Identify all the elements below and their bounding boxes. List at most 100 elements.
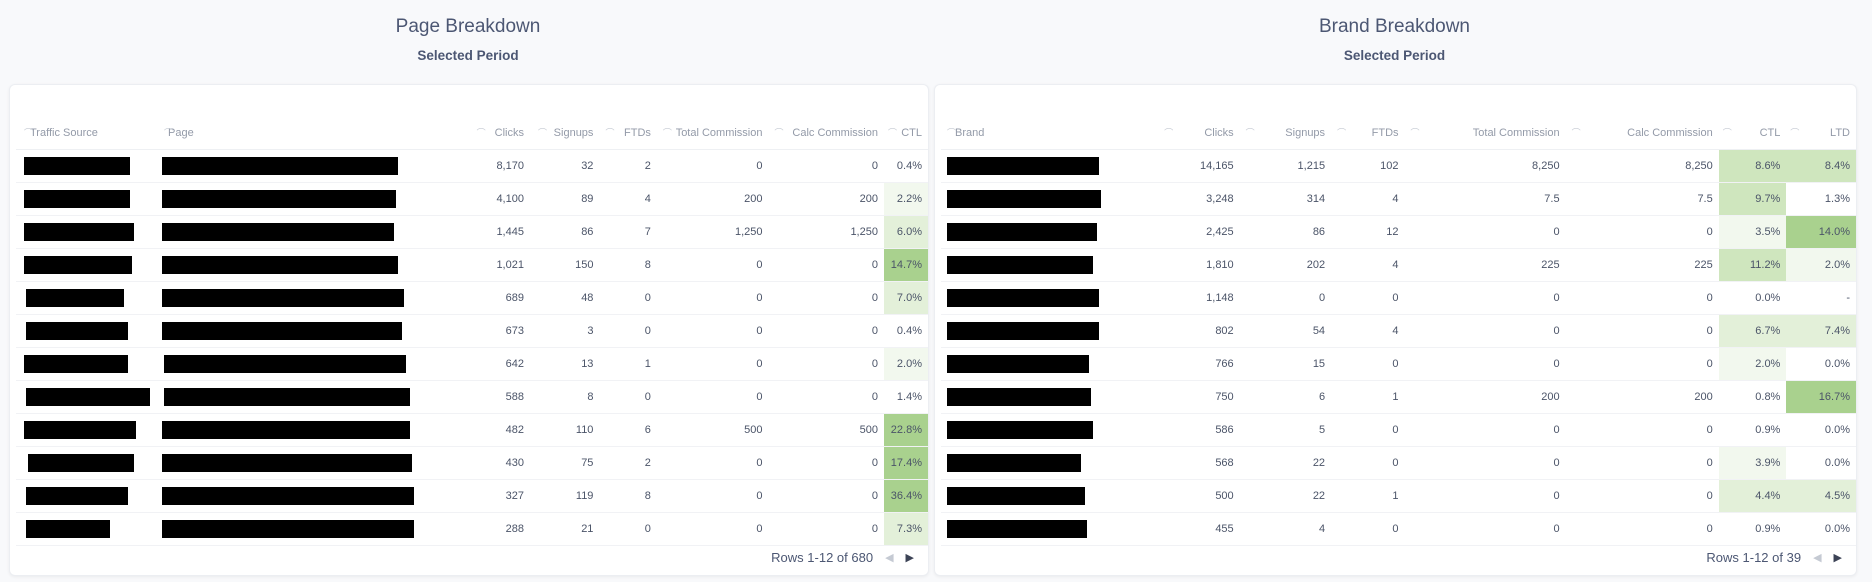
table-row[interactable]: 4,100 89 4 200 200 2.2% <box>16 182 928 216</box>
total-commission-cell: 0 <box>1404 314 1566 348</box>
next-page-icon[interactable]: ▶ <box>1834 551 1842 564</box>
ftds-cell: 0 <box>1331 512 1405 546</box>
table-row[interactable]: 588 8 0 0 0 1.4% <box>16 380 928 414</box>
col-header-ctl[interactable]: ⌒ CTL <box>883 117 928 150</box>
col-header-ftds[interactable]: ⌒ FTDs <box>599 117 657 150</box>
ctl-cell: 22.8% <box>883 413 928 447</box>
col-header-traffic-source[interactable]: ⌒ Traffic Source <box>16 117 156 150</box>
traffic-source-cell <box>16 446 156 480</box>
col-header-signups[interactable]: ⌒ Signups <box>1239 117 1332 150</box>
table-row[interactable]: 1,810 202 4 225 225 11.2% 2.0% <box>941 248 1856 282</box>
prev-page-icon[interactable]: ◀ <box>885 551 893 564</box>
calc-commission-cell: 0 <box>768 281 884 315</box>
redacted-text <box>162 223 394 241</box>
table-row[interactable]: 568 22 0 0 0 3.9% 0.0% <box>941 446 1856 480</box>
redacted-text <box>947 421 1093 439</box>
table-row[interactable]: 3,248 314 4 7.5 7.5 9.7% 1.3% <box>941 182 1856 216</box>
table-row[interactable]: 586 5 0 0 0 0.9% 0.0% <box>941 413 1856 447</box>
table-row[interactable]: 288 21 0 0 0 7.3% <box>16 512 928 546</box>
table-row[interactable]: 673 3 0 0 0 0.4% <box>16 314 928 348</box>
total-commission-cell: 200 <box>656 182 769 216</box>
traffic-source-cell <box>16 314 156 348</box>
brand-cell <box>941 281 1161 315</box>
table-row[interactable]: 2,425 86 12 0 0 3.5% 14.0% <box>941 215 1856 249</box>
clicks-cell: 482 <box>468 413 530 447</box>
traffic-source-cell <box>16 182 156 216</box>
ltd-cell: 0.0% <box>1786 446 1856 480</box>
page-cell <box>156 413 469 447</box>
table-row[interactable]: 327 119 8 0 0 36.4% <box>16 479 928 513</box>
clicks-cell: 2,425 <box>1160 215 1240 249</box>
redacted-text <box>162 454 412 472</box>
col-header-clicks[interactable]: ⌒ Clicks <box>468 117 530 150</box>
table-row[interactable]: 766 15 0 0 0 2.0% 0.0% <box>941 347 1856 381</box>
table-row[interactable]: 430 75 2 0 0 17.4% <box>16 446 928 480</box>
col-header-clicks[interactable]: ⌒ Clicks <box>1160 117 1240 150</box>
col-header-ctl[interactable]: ⌒ CTL <box>1718 117 1787 150</box>
redacted-text <box>162 487 414 505</box>
clicks-cell: 1,021 <box>468 248 530 282</box>
redacted-text <box>28 454 134 472</box>
table-row[interactable]: 642 13 1 0 0 2.0% <box>16 347 928 381</box>
ftds-cell: 1 <box>1331 479 1405 513</box>
calc-commission-cell: 200 <box>768 182 884 216</box>
signups-cell: 0 <box>1239 281 1332 315</box>
clicks-cell: 766 <box>1160 347 1240 381</box>
signups-cell: 314 <box>1239 182 1332 216</box>
traffic-source-cell <box>16 413 156 447</box>
brand-cell <box>941 413 1161 447</box>
signups-cell: 6 <box>1239 380 1332 414</box>
col-header-ltd[interactable]: ⌒ LTD <box>1786 117 1856 150</box>
total-commission-cell: 500 <box>656 413 769 447</box>
calc-commission-cell: 0 <box>768 347 884 381</box>
table-row[interactable]: 1,148 0 0 0 0 0.0% - <box>941 281 1856 315</box>
sort-icon: ⌒ <box>1571 128 1581 138</box>
next-page-icon[interactable]: ▶ <box>906 551 914 564</box>
col-header-brand[interactable]: ⌒ Brand <box>941 117 1161 150</box>
signups-cell: 86 <box>529 215 600 249</box>
total-commission-cell: 0 <box>656 479 769 513</box>
col-header-page[interactable]: ⌒ Page <box>156 117 469 150</box>
table-row[interactable]: 482 110 6 500 500 22.8% <box>16 413 928 447</box>
total-commission-cell: 0 <box>1404 215 1566 249</box>
clicks-cell: 14,165 <box>1160 149 1240 183</box>
col-header-total-commission[interactable]: ⌒ Total Commission <box>1404 117 1566 150</box>
traffic-source-cell <box>16 149 156 183</box>
table-row[interactable]: 8,170 32 2 0 0 0.4% <box>16 149 928 183</box>
col-header-signups[interactable]: ⌒ Signups <box>529 117 600 150</box>
ftds-cell: 1 <box>1331 380 1405 414</box>
clicks-cell: 455 <box>1160 512 1240 546</box>
ftds-cell: 102 <box>1331 149 1405 183</box>
redacted-text <box>947 223 1097 241</box>
ctl-cell: 0.4% <box>883 314 928 348</box>
table-row[interactable]: 750 6 1 200 200 0.8% 16.7% <box>941 380 1856 414</box>
table-row[interactable]: 455 4 0 0 0 0.9% 0.0% <box>941 512 1856 546</box>
total-commission-cell: 0 <box>1404 281 1566 315</box>
sort-icon: ⌒ <box>1337 128 1347 138</box>
table-row[interactable]: 14,165 1,215 102 8,250 8,250 8.6% 8.4% <box>941 149 1856 183</box>
page-breakdown-subtitle: Selected Period <box>417 48 519 63</box>
signups-cell: 75 <box>529 446 600 480</box>
calc-commission-cell: 1,250 <box>768 215 884 249</box>
redacted-text <box>164 355 406 373</box>
col-header-total-commission[interactable]: ⌒ Total Commission <box>656 117 769 150</box>
ctl-cell: 11.2% <box>1718 248 1787 282</box>
col-header-calc-commission[interactable]: ⌒ Calc Commission <box>1565 117 1719 150</box>
total-commission-cell: 0 <box>656 380 769 414</box>
prev-page-icon[interactable]: ◀ <box>1813 551 1821 564</box>
table-row[interactable]: 500 22 1 0 0 4.4% 4.5% <box>941 479 1856 513</box>
col-header-ftds[interactable]: ⌒ FTDs <box>1331 117 1405 150</box>
table-row[interactable]: 1,445 86 7 1,250 1,250 6.0% <box>16 215 928 249</box>
ftds-cell: 4 <box>1331 248 1405 282</box>
col-header-calc-commission[interactable]: ⌒ Calc Commission <box>768 117 884 150</box>
ctl-cell: 0.0% <box>1718 281 1787 315</box>
table-row[interactable]: 689 48 0 0 0 7.0% <box>16 281 928 315</box>
total-commission-cell: 0 <box>656 314 769 348</box>
ctl-cell: 4.4% <box>1718 479 1787 513</box>
ftds-cell: 0 <box>1331 413 1405 447</box>
table-row[interactable]: 1,021 150 8 0 0 14.7% <box>16 248 928 282</box>
clicks-cell: 689 <box>468 281 530 315</box>
clicks-cell: 750 <box>1160 380 1240 414</box>
table-row[interactable]: 802 54 4 0 0 6.7% 7.4% <box>941 314 1856 348</box>
signups-cell: 21 <box>529 512 600 546</box>
